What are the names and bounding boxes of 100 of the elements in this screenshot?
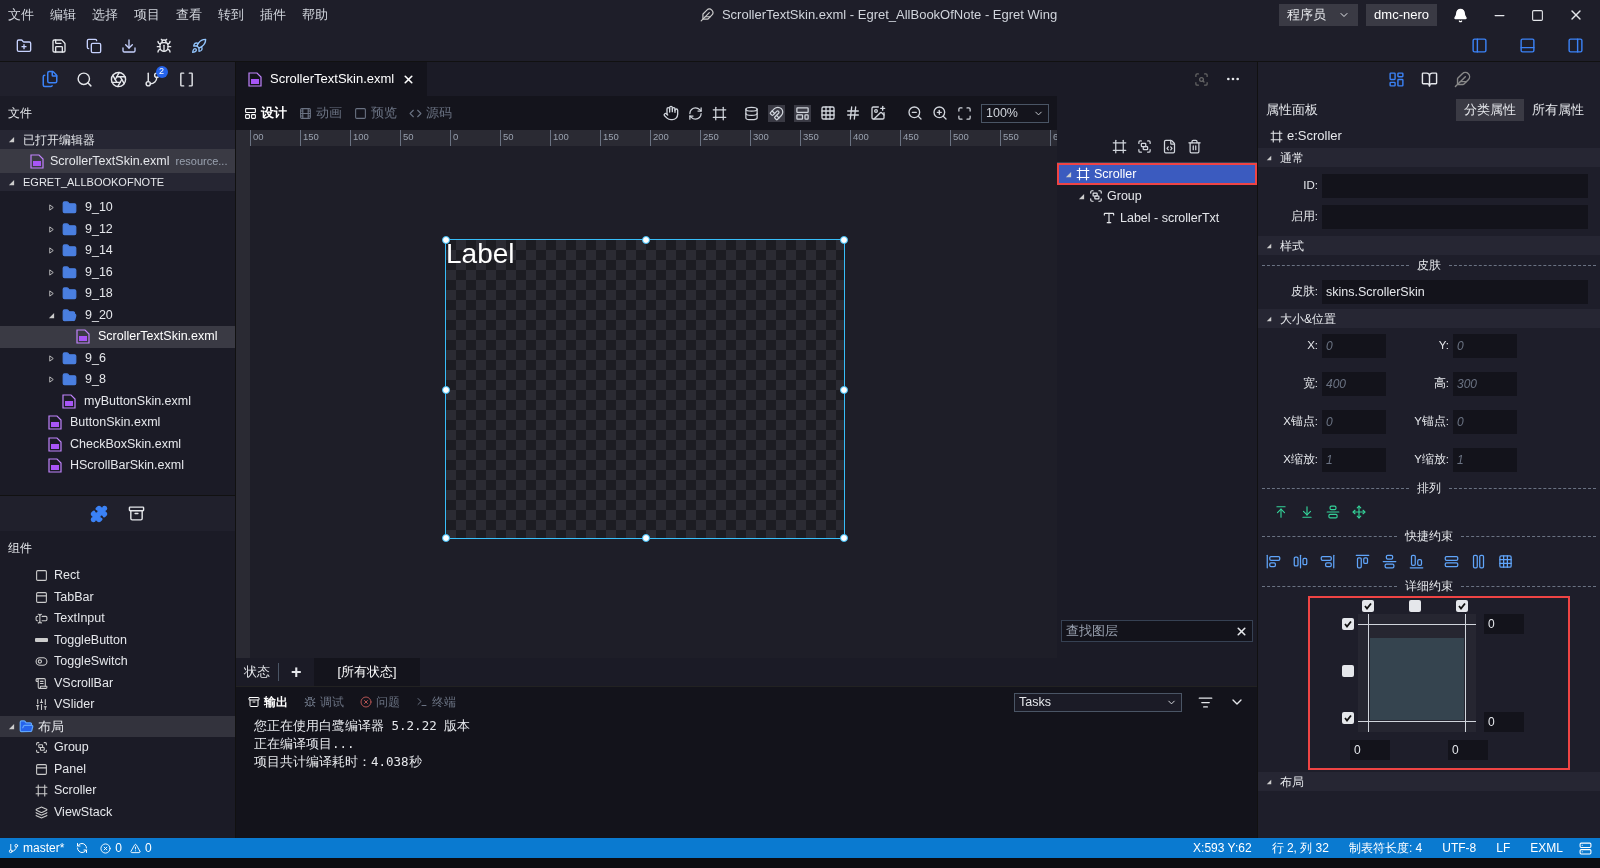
component-item[interactable]: ToggleSwitch <box>0 651 235 673</box>
align-left-icon[interactable] <box>1266 553 1281 569</box>
puzzle-icon[interactable] <box>90 504 108 523</box>
component-item[interactable]: TabBar <box>0 586 235 608</box>
template-icon[interactable] <box>794 104 811 122</box>
section-header[interactable]: 大小&位置 <box>1258 309 1600 328</box>
menu-item[interactable]: 查看 <box>176 5 202 25</box>
layer-item[interactable]: Label - scrollerTxt <box>1057 207 1257 229</box>
input-field[interactable]: 0 <box>1453 334 1517 358</box>
scroller-box[interactable]: Label <box>445 239 845 539</box>
input-field[interactable]: 0 <box>1453 410 1517 434</box>
sync-icon[interactable] <box>76 842 89 854</box>
feather-icon[interactable] <box>1453 70 1471 88</box>
user-button[interactable]: dmc-nero <box>1366 4 1437 26</box>
checkbox[interactable] <box>1456 600 1468 612</box>
expanded-arrow-icon[interactable] <box>8 136 15 143</box>
stretch-horizontal-icon[interactable] <box>1444 553 1459 569</box>
tree-item[interactable]: 9_18 <box>0 283 235 305</box>
section-header[interactable]: 布局 <box>1258 772 1600 791</box>
section-header[interactable]: 通常 <box>1258 148 1600 167</box>
layer-search-field[interactable]: 查找图层 <box>1061 620 1253 642</box>
search-input[interactable]: 查找图层 <box>1066 621 1216 641</box>
save-icon[interactable] <box>51 37 67 54</box>
brackets-icon[interactable] <box>177 70 195 88</box>
branch-indicator[interactable]: master* <box>8 839 65 857</box>
zoom-out-icon[interactable] <box>907 105 923 121</box>
status-item[interactable]: UTF-8 <box>1438 839 1481 857</box>
menu-item[interactable]: 转到 <box>218 5 244 25</box>
mode-tab[interactable]: 源码 <box>409 103 452 123</box>
component-item[interactable]: ViewStack <box>0 801 235 823</box>
book-icon[interactable] <box>1420 70 1438 88</box>
expanded-arrow-icon[interactable] <box>1078 192 1085 200</box>
bottom-panel-icon[interactable] <box>1519 37 1536 54</box>
right-panel-icon[interactable] <box>1567 37 1584 54</box>
tree-item[interactable]: ButtonSkin.exml <box>0 412 235 434</box>
expanded-arrow-icon[interactable] <box>8 722 15 730</box>
status-item[interactable]: X:593 Y:62 <box>1189 839 1256 857</box>
resize-handle[interactable] <box>642 534 650 542</box>
menu-item[interactable]: 编辑 <box>50 5 76 25</box>
refresh-icon[interactable] <box>688 105 703 121</box>
notification-icon[interactable] <box>1453 7 1468 23</box>
resize-handle[interactable] <box>442 236 450 244</box>
input-field[interactable]: 0 <box>1484 712 1524 732</box>
restore-icon[interactable] <box>1531 8 1544 22</box>
aperture-icon[interactable] <box>109 70 127 88</box>
expanded-arrow-icon[interactable] <box>8 178 15 186</box>
clear-icon[interactable] <box>1235 624 1248 638</box>
new-folder-icon[interactable] <box>16 37 32 54</box>
open-editor-item[interactable]: ScrollerTextSkin.exml resource... <box>0 149 235 173</box>
input-field[interactable]: 300 <box>1453 372 1517 396</box>
tree-item[interactable]: 9_14 <box>0 240 235 262</box>
properties-icon[interactable] <box>1387 70 1405 88</box>
hand-icon[interactable] <box>663 105 679 121</box>
status-item[interactable]: 制表符长度: 4 <box>1344 839 1427 857</box>
resize-handle[interactable] <box>840 534 848 542</box>
output-tab[interactable]: 终端 <box>416 693 456 711</box>
menu-item[interactable]: 选择 <box>92 5 118 25</box>
checkbox[interactable] <box>1409 600 1421 612</box>
component-item[interactable]: TextInput <box>0 608 235 630</box>
align-bottom-icon[interactable] <box>1409 553 1424 569</box>
input-field[interactable]: 400 <box>1322 372 1386 396</box>
checkbox[interactable] <box>1362 600 1374 612</box>
input-field[interactable]: 0 <box>1322 334 1386 358</box>
save-all-icon[interactable] <box>86 37 102 54</box>
stretch-vertical-icon[interactable] <box>1471 553 1486 569</box>
component-item[interactable]: VScrollBar <box>0 672 235 694</box>
group-icon[interactable] <box>1137 138 1152 154</box>
tree-item[interactable]: 9_16 <box>0 261 235 283</box>
files-icon[interactable] <box>40 70 59 88</box>
state-tab[interactable]: [所有状态] <box>313 658 421 686</box>
section-header[interactable]: 已打开编辑器 <box>0 130 235 149</box>
checkbox[interactable] <box>1342 665 1354 677</box>
mode-tab[interactable]: 设计 <box>244 103 287 123</box>
bug-icon[interactable] <box>156 37 172 54</box>
input-field[interactable]: 0 <box>1322 410 1386 434</box>
component-item[interactable]: Group <box>0 737 235 759</box>
status-item[interactable]: 行 2, 列 32 <box>1267 839 1333 857</box>
canvas-label[interactable]: Label <box>446 240 515 268</box>
align-right-icon[interactable] <box>1320 553 1335 569</box>
zoom-dropdown[interactable]: 100% <box>981 103 1049 123</box>
output-tab[interactable]: 调试 <box>304 693 344 711</box>
menu-item[interactable]: 项目 <box>134 5 160 25</box>
list-icon[interactable] <box>1198 694 1213 710</box>
grid-icon[interactable] <box>820 105 836 121</box>
zoom-in-icon[interactable] <box>932 105 948 121</box>
input-field[interactable]: skins.ScrollerSkin <box>1322 280 1588 304</box>
magnet-icon[interactable] <box>768 104 785 122</box>
tree-item[interactable]: 9_6 <box>0 347 235 369</box>
center-vertical-icon[interactable] <box>1382 553 1397 569</box>
left-panel-icon[interactable] <box>1471 37 1488 54</box>
tree-item[interactable]: 9_8 <box>0 369 235 391</box>
tree-item[interactable]: myButtonSkin.exml <box>0 390 235 412</box>
role-dropdown[interactable]: 程序员 <box>1279 4 1359 26</box>
search-icon[interactable] <box>75 70 93 88</box>
status-item[interactable]: EXML <box>1526 839 1567 857</box>
tree-item[interactable]: CheckBoxSkin.exml <box>0 433 235 455</box>
menu-item[interactable]: 帮助 <box>302 5 328 25</box>
fit-icon[interactable] <box>957 105 972 121</box>
section-header[interactable]: EGRET_ALLBOOKOFNOTE <box>0 173 235 191</box>
input-field[interactable]: 0 <box>1350 740 1390 760</box>
